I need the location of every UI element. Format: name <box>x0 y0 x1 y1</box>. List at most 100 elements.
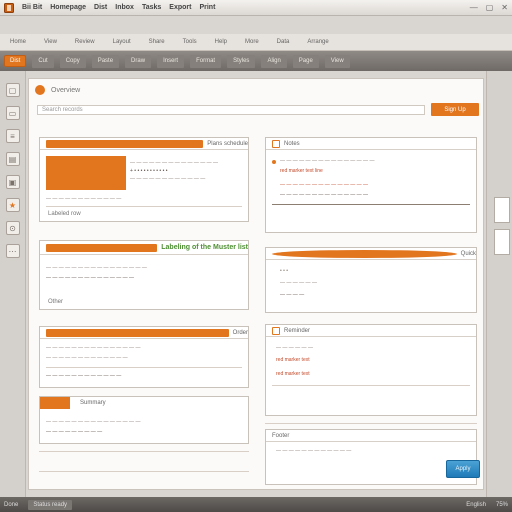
workspace-header: Overview <box>35 83 479 97</box>
tab-inbox[interactable]: Inbox <box>115 4 134 11</box>
card-title: Footer <box>272 432 290 439</box>
status-zoom[interactable]: 75% <box>496 502 508 508</box>
toolbar-primary: Home View Review Layout Share Tools Help… <box>0 34 512 51</box>
sidebar-page-icon[interactable]: ▭ <box>5 106 20 120</box>
ribbon2-item-draw[interactable]: Draw <box>125 54 152 68</box>
tag: Other <box>48 299 64 305</box>
divider <box>39 471 249 472</box>
sidebar-more-icon[interactable]: ⋯ <box>5 244 20 258</box>
ribbon2-item-format[interactable]: Format <box>190 54 222 68</box>
close-icon[interactable]: ✕ <box>501 3 508 12</box>
text-line: — — — — <box>280 292 305 298</box>
tab-homepage[interactable]: Homepage <box>50 4 86 11</box>
card-quick: Quick • • • — — — — — — — — — — <box>265 247 477 313</box>
status-chip: Status ready <box>28 499 73 510</box>
sidebar-folder-icon[interactable]: ▣ <box>5 175 20 189</box>
card-title: Notes <box>284 140 300 147</box>
tab-print[interactable]: Print <box>199 4 215 11</box>
divider <box>46 206 242 207</box>
preview-pane[interactable] <box>494 229 510 255</box>
sidebar-link-icon[interactable]: ⊙ <box>5 221 20 235</box>
apply-button[interactable]: Apply <box>446 460 480 478</box>
card-icon <box>46 328 229 337</box>
left-sidebar: ▢ ▭ ≡ ▤ ▣ ★ ⊙ ⋯ <box>0 71 26 497</box>
ribbon2-item-styles[interactable]: Styles <box>227 54 256 68</box>
card-title: Plans schedule <box>207 140 248 147</box>
tab-dist[interactable]: Dist <box>94 4 107 11</box>
text-line: red marker text <box>276 357 310 363</box>
card-plans: Plans schedule — — — — — — — — — — — — —… <box>39 137 249 222</box>
card-icon <box>46 139 204 148</box>
minimize-icon[interactable]: — <box>470 3 478 12</box>
bullet-dot <box>272 160 276 164</box>
text-line: — — — — — — — — — — — — — — — <box>46 345 141 351</box>
sidebar-star-icon[interactable]: ★ <box>5 198 20 212</box>
sign-up-button[interactable]: Sign Up <box>431 103 479 116</box>
highlight-block <box>40 397 70 409</box>
ribbon-item-layout[interactable]: Layout <box>107 36 137 48</box>
text-line: — — — — — — <box>276 345 313 351</box>
tab-tasks[interactable]: Tasks <box>142 4 161 11</box>
text-line: — — — — — — — — — — — — — — — — <box>46 265 147 271</box>
card-labeling: Labeling of the Muster list — — — — — — … <box>39 240 249 310</box>
sidebar-page2-icon[interactable]: ▤ <box>5 152 20 166</box>
ribbon2-item-insert[interactable]: Insert <box>157 54 185 68</box>
card-header: Order <box>40 327 248 339</box>
status-lang[interactable]: English <box>466 502 486 508</box>
ribbon2-item-align[interactable]: Align <box>261 54 287 68</box>
divider <box>272 385 470 386</box>
ribbon2-item-copy[interactable]: Copy <box>59 54 86 68</box>
text-line: — — — — — — — — — — — — — — — <box>46 419 141 425</box>
card-summary: Summary — — — — — — — — — — — — — — — — … <box>39 396 249 444</box>
preview-pane[interactable] <box>494 197 510 223</box>
sidebar-square-icon[interactable]: ▢ <box>5 83 20 97</box>
status-left: Done <box>4 501 19 508</box>
window-controls: — ▢ ✕ <box>470 3 508 12</box>
card-order: Order — — — — — — — — — — — — — — — — — … <box>39 326 249 388</box>
toolbar-secondary: Dist Cut Copy Paste Draw Insert Format S… <box>0 51 512 71</box>
divider <box>39 451 249 452</box>
text-line: — — — — — — — — — — — — — — — <box>280 158 375 164</box>
card-header: Notes <box>266 138 476 150</box>
card-title: Labeling of the Muster list <box>161 244 248 251</box>
ribbon-item-more[interactable]: More <box>239 36 265 48</box>
sidebar-list-icon[interactable]: ≡ <box>5 129 20 143</box>
card-icon <box>272 249 457 258</box>
card-header: Labeling of the Muster list <box>40 241 248 255</box>
tab-export[interactable]: Export <box>169 4 191 11</box>
text-line: • • • <box>280 268 289 274</box>
tag: Labeled row <box>48 211 81 217</box>
text-line: + • • • • • • • • • • • <box>130 168 168 174</box>
text-line: red marker text line <box>280 168 323 174</box>
ribbon-item-help[interactable]: Help <box>209 36 233 48</box>
ribbon2-item-cut[interactable]: Cut <box>32 54 54 68</box>
workspace-icon <box>35 85 45 95</box>
divider <box>46 367 242 368</box>
ribbon-item-data[interactable]: Data <box>271 36 296 48</box>
card-reminder: Reminder — — — — — — red marker text red… <box>265 324 477 416</box>
divider <box>272 204 470 205</box>
ribbon2-item-page[interactable]: Page <box>292 54 319 68</box>
card-header: Reminder <box>266 325 476 337</box>
ribbon-item-share[interactable]: Share <box>143 36 171 48</box>
ribbon-item-view[interactable]: View <box>38 36 63 48</box>
ribbon2-item-view[interactable]: View <box>324 54 350 68</box>
card-title: Quick <box>460 250 476 257</box>
search-input[interactable]: Search records <box>37 105 425 115</box>
card-header: Summary <box>74 397 248 409</box>
highlight-block <box>46 156 126 190</box>
ribbon-item-home[interactable]: Home <box>4 36 32 48</box>
maximize-icon[interactable]: ▢ <box>486 3 494 12</box>
status-bar: Done Status ready English 75% <box>0 497 512 512</box>
ribbon-item-review[interactable]: Review <box>69 36 101 48</box>
divider <box>265 423 477 424</box>
ribbon-item-arrange[interactable]: Arrange <box>301 36 334 48</box>
workspace: Overview Search records Sign Up Plans sc… <box>28 78 484 490</box>
card-icon <box>46 243 158 252</box>
ribbon2-item-paste[interactable]: Paste <box>91 54 120 68</box>
tag-row: Labeled row <box>48 211 81 217</box>
ribbon-active-tab[interactable]: Dist <box>4 55 27 67</box>
ribbon-item-tools[interactable]: Tools <box>177 36 203 48</box>
app-logo-icon <box>4 2 14 13</box>
card-header: Plans schedule <box>40 138 248 150</box>
